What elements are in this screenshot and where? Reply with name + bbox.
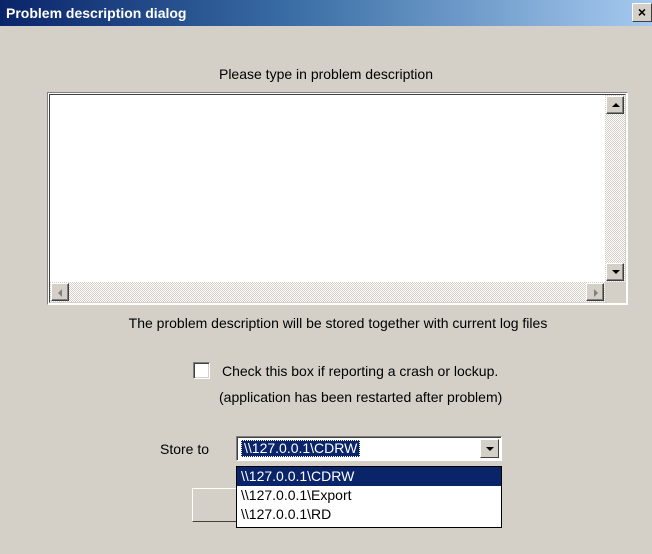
textarea-content[interactable] [49, 94, 626, 303]
scroll-corner [605, 282, 625, 302]
crash-report-checkbox[interactable] [193, 362, 210, 379]
store-to-combobox[interactable]: \\127.0.0.1\CDRW [236, 436, 502, 461]
vertical-scrollbar[interactable] [605, 95, 625, 282]
store-to-dropdown-button[interactable] [480, 439, 499, 458]
scroll-right-button[interactable] [586, 283, 604, 301]
problem-description-dialog: Problem description dialog × Please type… [0, 0, 652, 554]
close-icon: × [637, 4, 647, 20]
window-title: Problem description dialog [6, 5, 187, 21]
scroll-down-button[interactable] [606, 263, 624, 281]
scroll-left-button[interactable] [51, 283, 69, 301]
dropdown-option-export[interactable]: \\127.0.0.1\Export [237, 486, 501, 505]
horizontal-scrollbar[interactable] [50, 282, 605, 302]
arrow-right-icon [594, 289, 598, 297]
arrow-left-icon [58, 289, 62, 297]
title-bar[interactable]: Problem description dialog × [0, 0, 652, 26]
arrow-down-icon [612, 270, 620, 274]
prompt-label: Please type in problem description [218, 66, 433, 82]
dropdown-option-rd[interactable]: \\127.0.0.1\RD [237, 505, 501, 524]
scroll-up-button[interactable] [606, 96, 624, 114]
crash-checkbox-sublabel: (application has been restarted after pr… [219, 389, 503, 405]
crash-checkbox-label[interactable]: Check this box if reporting a crash or l… [222, 363, 498, 379]
problem-description-textarea[interactable] [47, 92, 628, 305]
close-button[interactable]: × [632, 3, 652, 22]
store-to-label: Store to [160, 441, 210, 457]
arrow-up-icon [612, 103, 620, 107]
dropdown-option-cdrw[interactable]: \\127.0.0.1\CDRW [237, 467, 501, 486]
storage-note-label: The problem description will be stored t… [128, 315, 548, 331]
chevron-down-icon [486, 447, 494, 451]
store-to-dropdown-list[interactable]: \\127.0.0.1\CDRW \\127.0.0.1\Export \\12… [236, 466, 502, 528]
store-to-selected-value[interactable]: \\127.0.0.1\CDRW [241, 440, 361, 457]
